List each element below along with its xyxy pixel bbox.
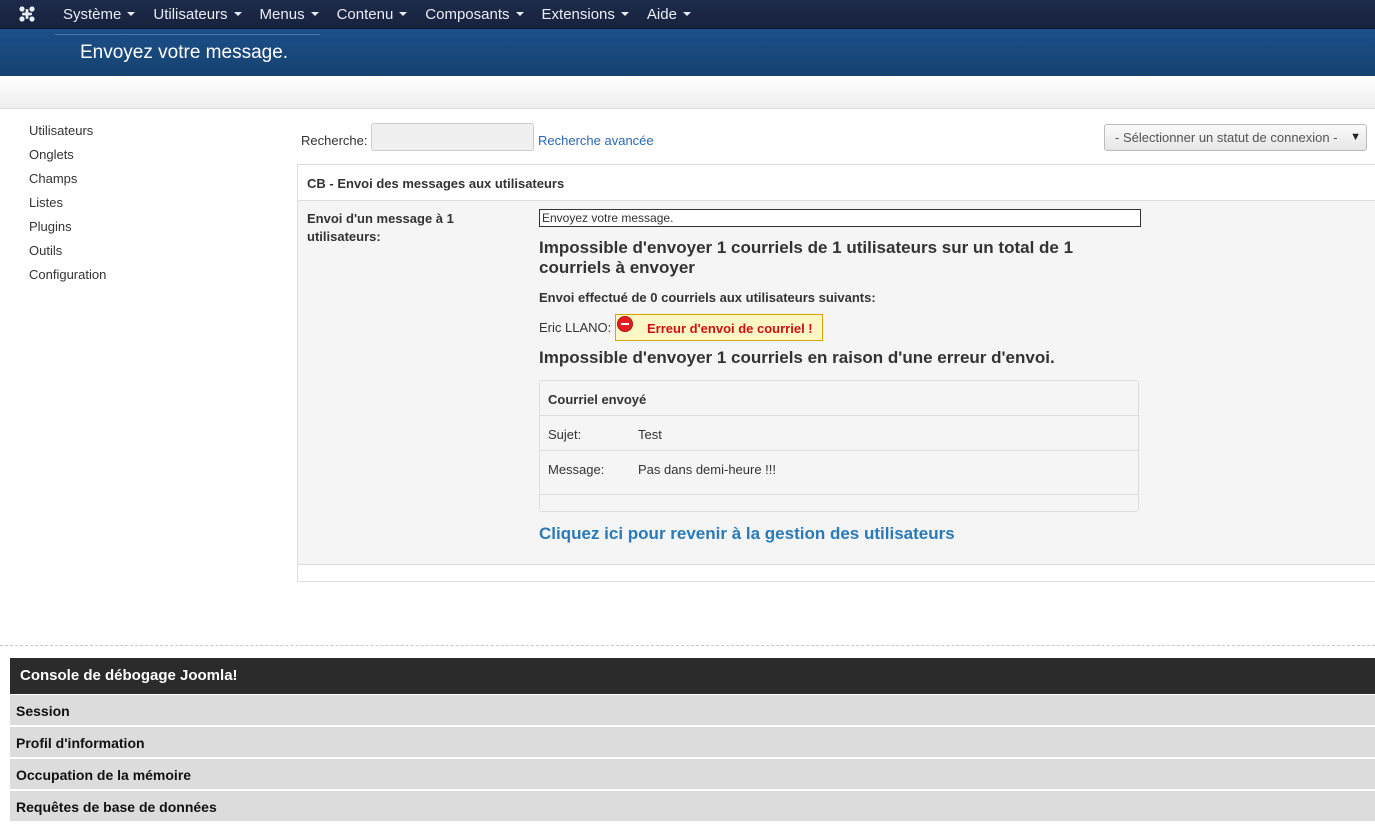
sidebar-item-onglets[interactable]: Onglets [29,146,106,170]
mail-subject-row: Sujet: Test [540,416,1138,451]
menu-contenu[interactable]: Contenu [328,0,417,29]
row-label: Envoi d'un message à 1 utilisateurs: [307,211,454,244]
sidebar-item-outils[interactable]: Outils [29,242,106,266]
menu-menus[interactable]: Menus [251,0,328,29]
page-header: Envoyez votre message. [0,29,1375,76]
header-divider [55,34,320,35]
menu-utilisateurs[interactable]: Utilisateurs [144,0,250,29]
menu-label: Composants [425,5,510,23]
message-title-box: Envoyez votre message. [539,209,1141,227]
error-text: Erreur d'envoi de courriel ! [647,321,813,336]
connection-status-select[interactable]: - Sélectionner un statut de connexion - … [1104,124,1367,151]
search-input[interactable] [371,123,534,151]
sent-mail-title: Courriel envoyé [540,381,1138,416]
search-label: Recherche: [301,133,368,148]
sent-heading: Envoi effectué de 0 courriels aux utilis… [539,290,876,305]
error-stop-icon [617,316,633,332]
panel-title: CB - Envoi des messages aux utilisateurs [298,165,1375,201]
mail-message-row: Message: Pas dans demi-heure !!! [540,451,1138,495]
caret-down-icon [620,12,629,16]
divider [0,645,1375,646]
sidebar-item-listes[interactable]: Listes [29,194,106,218]
caret-down-icon [399,12,408,16]
menu-label: Menus [259,5,305,23]
debug-section-memory[interactable]: Occupation de la mémoire [10,759,1375,789]
back-to-users-link[interactable]: Cliquez ici pour revenir à la gestion de… [539,524,955,544]
fail-heading-2: Impossible d'envoyer 1 courriels en rais… [539,348,1055,367]
message-value: Pas dans demi-heure !!! [638,462,777,477]
subject-value: Test [638,427,662,442]
sidebar: Utilisateurs Onglets Champs Listes Plugi… [29,122,106,290]
message-label: Message: [548,462,605,477]
select-value: - Sélectionner un statut de connexion - [1115,130,1338,145]
menu-label: Utilisateurs [153,5,228,23]
recipient-name: Eric LLANO: [539,320,612,335]
caret-down-icon [127,12,136,16]
debug-section-session[interactable]: Session [10,695,1375,725]
menu-composants[interactable]: Composants [416,0,532,29]
menu-label: Aide [646,5,677,23]
sidebar-item-plugins[interactable]: Plugins [29,218,106,242]
menu-label: Extensions [541,5,615,23]
debug-section-profile[interactable]: Profil d'information [10,727,1375,757]
debug-section-queries[interactable]: Requêtes de base de données [10,791,1375,821]
caret-down-icon [515,12,524,16]
mail-footer [540,495,1138,511]
toolbar-strip [0,76,1375,109]
subject-label: Sujet: [548,427,582,442]
sidebar-item-utilisateurs[interactable]: Utilisateurs [29,122,106,146]
menu-extensions[interactable]: Extensions [533,0,638,29]
joomla-logo-icon[interactable] [0,0,54,29]
fail-heading: Impossible d'envoyer 1 courriels de 1 ut… [539,238,1074,277]
menu-label: Système [63,5,122,23]
panel-footer [298,564,1375,581]
menu-label: Contenu [336,5,394,23]
caret-down-icon [233,12,242,16]
caret-down-icon [682,12,691,16]
error-badge: Erreur d'envoi de courriel ! [615,314,823,341]
top-navbar: Système Utilisateurs Menus Contenu Compo… [0,0,1375,29]
page-title: Envoyez votre message. [80,42,289,63]
dropdown-arrow-icon: ▼ [1350,131,1361,143]
advanced-search-link[interactable]: Recherche avancée [538,133,654,148]
caret-down-icon [310,12,319,16]
sent-mail-panel: Courriel envoyé Sujet: Test Message: Pas… [539,380,1139,512]
menu-aide[interactable]: Aide [638,0,700,29]
debug-console-title: Console de débogage Joomla! [10,658,1375,694]
mail-result-panel: CB - Envoi des messages aux utilisateurs… [297,164,1375,582]
sidebar-item-configuration[interactable]: Configuration [29,266,106,290]
menu-systeme[interactable]: Système [54,0,144,29]
sidebar-item-champs[interactable]: Champs [29,170,106,194]
